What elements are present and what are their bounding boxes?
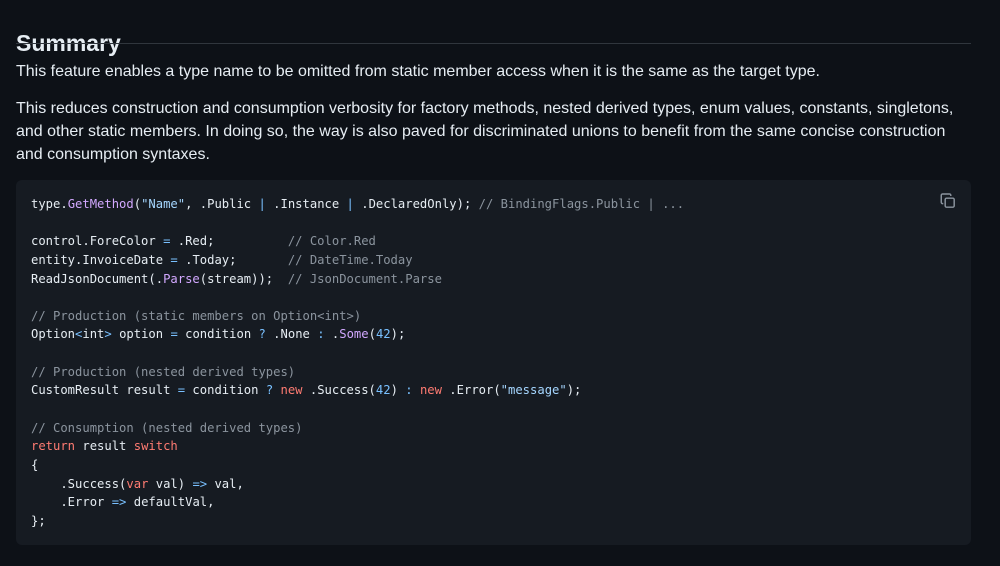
code-token: GetMethod [67, 197, 134, 211]
code-token: > [104, 327, 112, 342]
code-token: condition [177, 327, 259, 342]
code-token: | [346, 197, 354, 211]
code-line: type.GetMethod("Name", .Public | .Instan… [31, 195, 684, 214]
code-line: // Production (nested derived types) [31, 363, 684, 382]
code-token: .Today; [177, 252, 288, 267]
code-token: Parse [163, 271, 200, 286]
code-line: .Success(var val) => val, [31, 475, 684, 494]
code-line: { [31, 456, 684, 475]
code-token: => [111, 495, 127, 510]
code-token: .DeclaredOnly); [353, 197, 479, 211]
code-token: // Consumption (nested derived types) [31, 420, 303, 435]
code-token: (stream)); [199, 271, 288, 286]
code-token: .Error( [441, 383, 501, 398]
code-token: result [75, 439, 134, 454]
code-token: ? [258, 327, 266, 342]
code-token: ( [133, 197, 142, 211]
code-token: }; [31, 513, 46, 528]
code-line: // Consumption (nested derived types) [31, 419, 684, 438]
code-token: : [405, 383, 413, 398]
code-token: // Color.Red [287, 234, 376, 249]
code-token: int [82, 327, 105, 342]
code-line: CustomResult result = condition ? new .S… [31, 381, 684, 400]
code-token: new [419, 383, 442, 398]
copy-icon[interactable] [939, 192, 957, 210]
code-token: defaultVal, [126, 495, 215, 510]
code-token: { [31, 457, 39, 472]
code-content[interactable]: type.GetMethod("Name", .Public | .Instan… [31, 195, 684, 531]
code-token: .Error [31, 495, 112, 510]
code-token: ); [390, 327, 406, 342]
code-token: Some [339, 327, 369, 342]
code-token: "message" [500, 383, 567, 398]
code-token: .Success( [302, 383, 376, 398]
code-token: ) [390, 383, 406, 398]
code-token: , .Public [185, 197, 259, 211]
code-token: CustomResult result [31, 383, 178, 398]
code-token: "Name" [141, 197, 186, 211]
code-token: ); [566, 383, 582, 398]
code-line: }; [31, 512, 684, 531]
code-token: . [324, 327, 340, 342]
code-token: entity.InvoiceDate [31, 252, 171, 267]
code-token: Option [31, 327, 76, 342]
code-token: => [192, 476, 208, 491]
code-token: .Red; [170, 234, 288, 249]
code-line: return result switch [31, 437, 684, 456]
summary-paragraph-1: This feature enables a type name to be o… [16, 63, 820, 80]
code-token: option [111, 327, 171, 342]
code-block: type.GetMethod("Name", .Public | .Instan… [16, 180, 971, 545]
code-token: // DateTime.Today [287, 252, 413, 267]
markdown-page: Summary This feature enables a type name… [0, 0, 1000, 566]
code-token: 42 [375, 383, 391, 398]
code-token: .Success( [31, 476, 127, 491]
code-line: entity.InvoiceDate = .Today; // DateTime… [31, 251, 684, 270]
code-line: // Production (static members on Option<… [31, 307, 684, 326]
code-line: .Error => defaultVal, [31, 493, 684, 512]
code-token: = [177, 383, 186, 398]
code-token: // Production (static members on Option<… [31, 308, 362, 323]
code-token: = [170, 327, 178, 342]
code-token: type. [31, 197, 68, 211]
code-token: : [317, 327, 325, 342]
code-token: new [280, 383, 303, 398]
code-line: control.ForeColor = .Red; // Color.Red [31, 232, 684, 251]
code-token: var [126, 476, 149, 491]
code-token: condition [185, 383, 266, 398]
code-token: switch [133, 439, 178, 454]
code-line: ReadJsonDocument(.Parse(stream)); // Jso… [31, 270, 684, 289]
code-line: Option<int> option = condition ? .None :… [31, 325, 684, 344]
code-token: 42 [375, 327, 391, 342]
summary-paragraph-2: This reduces construction and consumptio… [16, 100, 954, 163]
code-token: // JsonDocument.Parse [287, 271, 442, 286]
code-token: | [258, 197, 266, 211]
code-token: ( [368, 327, 376, 342]
code-token: // BindingFlags.Public | ... [478, 197, 685, 211]
code-token: val, [207, 476, 244, 491]
heading-divider [16, 43, 971, 44]
code-token: val) [148, 476, 193, 491]
code-token: .Instance [265, 197, 347, 211]
code-token: // Production (nested derived types) [31, 364, 296, 379]
code-token: return [31, 439, 76, 454]
code-token: = [170, 252, 178, 267]
code-token: control.ForeColor [31, 234, 164, 249]
code-token: ReadJsonDocument(. [31, 271, 164, 286]
code-token: .None [265, 327, 318, 342]
